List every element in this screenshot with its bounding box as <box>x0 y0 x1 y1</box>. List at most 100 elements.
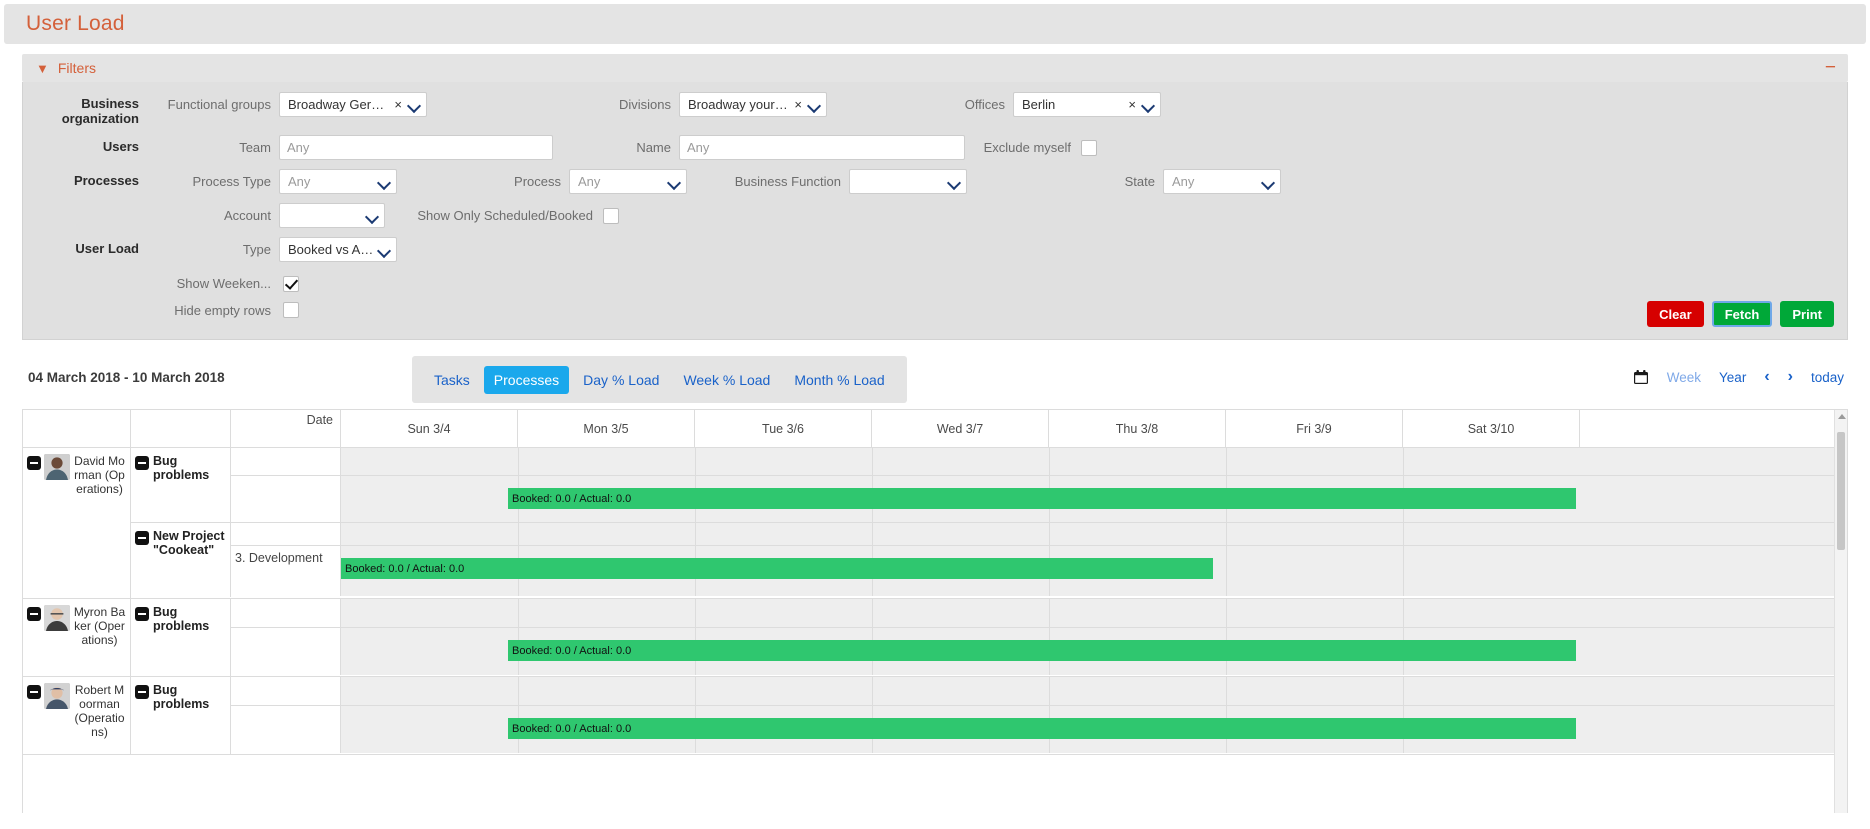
type-select[interactable]: Booked vs Actual <box>279 237 397 262</box>
show-only-scheduled-booked-checkbox[interactable] <box>603 208 619 224</box>
grid-vertical-scrollbar[interactable] <box>1834 410 1847 813</box>
field-state: Any <box>1163 169 1281 194</box>
process-group-myron-baker: Bug problems <box>131 599 1847 676</box>
task-rows: Booked: 0.0 / Actual: 0.0 <box>231 677 1847 754</box>
process-cell-new-project-cookeat: New Project "Cookeat" <box>131 523 231 597</box>
divisions-select[interactable]: Broadway your Buildi... × <box>679 92 827 117</box>
timeline-lane[interactable]: Booked: 0.0 / Actual: 0.0 <box>341 546 1847 596</box>
task-date <box>231 448 341 475</box>
nav-next-icon[interactable]: › <box>1788 368 1793 386</box>
calendar-toolbar: 04 March 2018 - 10 March 2018 Tasks Proc… <box>22 356 1848 403</box>
tab-week-load[interactable]: Week % Load <box>673 366 780 394</box>
nav-week-button[interactable]: Week <box>1667 370 1701 385</box>
tab-processes[interactable]: Processes <box>484 366 569 394</box>
table-row: David Morman (Operations) Bug problems <box>23 448 1847 599</box>
hide-empty-rows-checkbox[interactable] <box>283 302 299 318</box>
timeline-lane[interactable] <box>341 448 1847 475</box>
offices-select[interactable]: Berlin × <box>1013 92 1161 117</box>
collapse-toggle-icon[interactable] <box>135 607 149 621</box>
nav-today-button[interactable]: today <box>1811 370 1844 385</box>
table-row: 3. Development Booked: 0.0 / Actual: 0.0 <box>231 545 1847 596</box>
filters-header[interactable]: ▼ Filters − <box>22 54 1848 82</box>
tab-day-load[interactable]: Day % Load <box>573 366 669 394</box>
label-show-only-scheduled-booked: Show Only Scheduled/Booked <box>385 203 603 223</box>
page-title: User Load <box>26 12 125 36</box>
field-show-only-scheduled-booked <box>603 203 619 224</box>
divisions-clear-icon[interactable]: × <box>794 97 802 112</box>
field-team <box>279 135 553 160</box>
state-select[interactable]: Any <box>1163 169 1281 194</box>
group-label-show-weekend-spacer <box>43 271 139 275</box>
timeline-lane[interactable] <box>341 599 1847 627</box>
collapse-toggle-icon[interactable] <box>135 456 149 470</box>
process-value: Any <box>578 174 668 189</box>
tab-tasks[interactable]: Tasks <box>424 366 480 394</box>
process-name: Bug problems <box>153 605 226 633</box>
field-show-weekend <box>279 271 299 292</box>
collapse-toggle-icon[interactable] <box>135 531 149 545</box>
process-group-david-morman: Bug problems <box>131 448 1847 598</box>
collapse-toggle-icon[interactable] <box>27 456 41 470</box>
timeline-lane[interactable]: Booked: 0.0 / Actual: 0.0 <box>341 706 1847 753</box>
grid-header-day-6: Sat 3/10 <box>1403 410 1580 447</box>
load-bar[interactable]: Booked: 0.0 / Actual: 0.0 <box>508 488 1576 509</box>
business-function-select[interactable] <box>849 169 967 194</box>
team-input[interactable] <box>279 135 553 160</box>
date-range-label: 04 March 2018 - 10 March 2018 <box>28 370 225 385</box>
label-type: Type <box>139 237 279 257</box>
chevron-down-icon <box>378 244 390 256</box>
exclude-myself-checkbox[interactable] <box>1081 140 1097 156</box>
functional-groups-select[interactable]: Broadway Germany × <box>279 92 427 117</box>
collapse-toggle-icon[interactable] <box>27 607 41 621</box>
show-weekend-checkbox[interactable] <box>283 276 299 292</box>
scrollbar-thumb[interactable] <box>1837 432 1845 550</box>
group-label-users: Users <box>43 135 139 154</box>
label-offices: Offices <box>827 92 1013 112</box>
print-button[interactable]: Print <box>1780 301 1834 327</box>
chevron-down-icon <box>366 210 378 222</box>
timeline-lane[interactable] <box>341 523 1847 545</box>
field-account <box>279 203 385 228</box>
timeline-lane[interactable]: Booked: 0.0 / Actual: 0.0 <box>341 476 1847 522</box>
nav-year-button[interactable]: Year <box>1719 370 1746 385</box>
timeline-lane[interactable]: Booked: 0.0 / Actual: 0.0 <box>341 628 1847 675</box>
account-select[interactable] <box>279 203 385 228</box>
process-select[interactable]: Any <box>569 169 687 194</box>
field-offices: Berlin × <box>1013 92 1161 117</box>
filter-row-show-weekend: Show Weeken... <box>23 271 1847 292</box>
grid-body: David Morman (Operations) Bug problems <box>23 448 1847 755</box>
task-date: 3. Development <box>231 546 341 596</box>
load-bar[interactable]: Booked: 0.0 / Actual: 0.0 <box>341 558 1213 579</box>
process-type-select[interactable]: Any <box>279 169 397 194</box>
filters-collapse-minus-icon[interactable]: − <box>1825 62 1836 74</box>
fetch-button[interactable]: Fetch <box>1712 301 1773 327</box>
tab-month-load[interactable]: Month % Load <box>784 366 894 394</box>
offices-clear-icon[interactable]: × <box>1128 97 1136 112</box>
filter-actions: Clear Fetch Print <box>1647 301 1834 327</box>
collapse-toggle-icon[interactable] <box>27 685 41 699</box>
filter-row-account: Account Show Only Scheduled/Booked <box>23 203 1847 228</box>
field-type: Booked vs Actual <box>279 237 397 262</box>
label-team: Team <box>139 135 279 155</box>
collapse-toggle-icon[interactable] <box>135 685 149 699</box>
name-input[interactable] <box>679 135 965 160</box>
scroll-up-icon[interactable] <box>1838 414 1846 419</box>
load-bar[interactable]: Booked: 0.0 / Actual: 0.0 <box>508 718 1576 739</box>
timeline-lane[interactable] <box>341 677 1847 705</box>
load-bar[interactable]: Booked: 0.0 / Actual: 0.0 <box>508 640 1576 661</box>
list-item: New Project "Cookeat" 3. Deve <box>131 523 1847 597</box>
field-process: Any <box>569 169 687 194</box>
chevron-down-icon <box>668 176 680 188</box>
nav-prev-icon[interactable]: ‹ <box>1764 368 1769 386</box>
task-rows: Booked: 0.0 / Actual: 0.0 <box>231 599 1847 676</box>
user-cell-david-morman: David Morman (Operations) <box>23 448 131 598</box>
calendar-icon[interactable] <box>1633 369 1649 385</box>
label-hide-empty-rows: Hide empty rows <box>139 298 279 318</box>
task-date <box>231 476 341 522</box>
functional-groups-clear-icon[interactable]: × <box>394 97 402 112</box>
grid-header-row: Date Sun 3/4 Mon 3/5 Tue 3/6 Wed 3/7 Thu… <box>23 410 1847 448</box>
page-title-bar: User Load <box>4 4 1866 44</box>
avatar <box>44 683 70 709</box>
clear-button[interactable]: Clear <box>1647 301 1704 327</box>
grid-header-day-4: Thu 3/8 <box>1049 410 1226 447</box>
